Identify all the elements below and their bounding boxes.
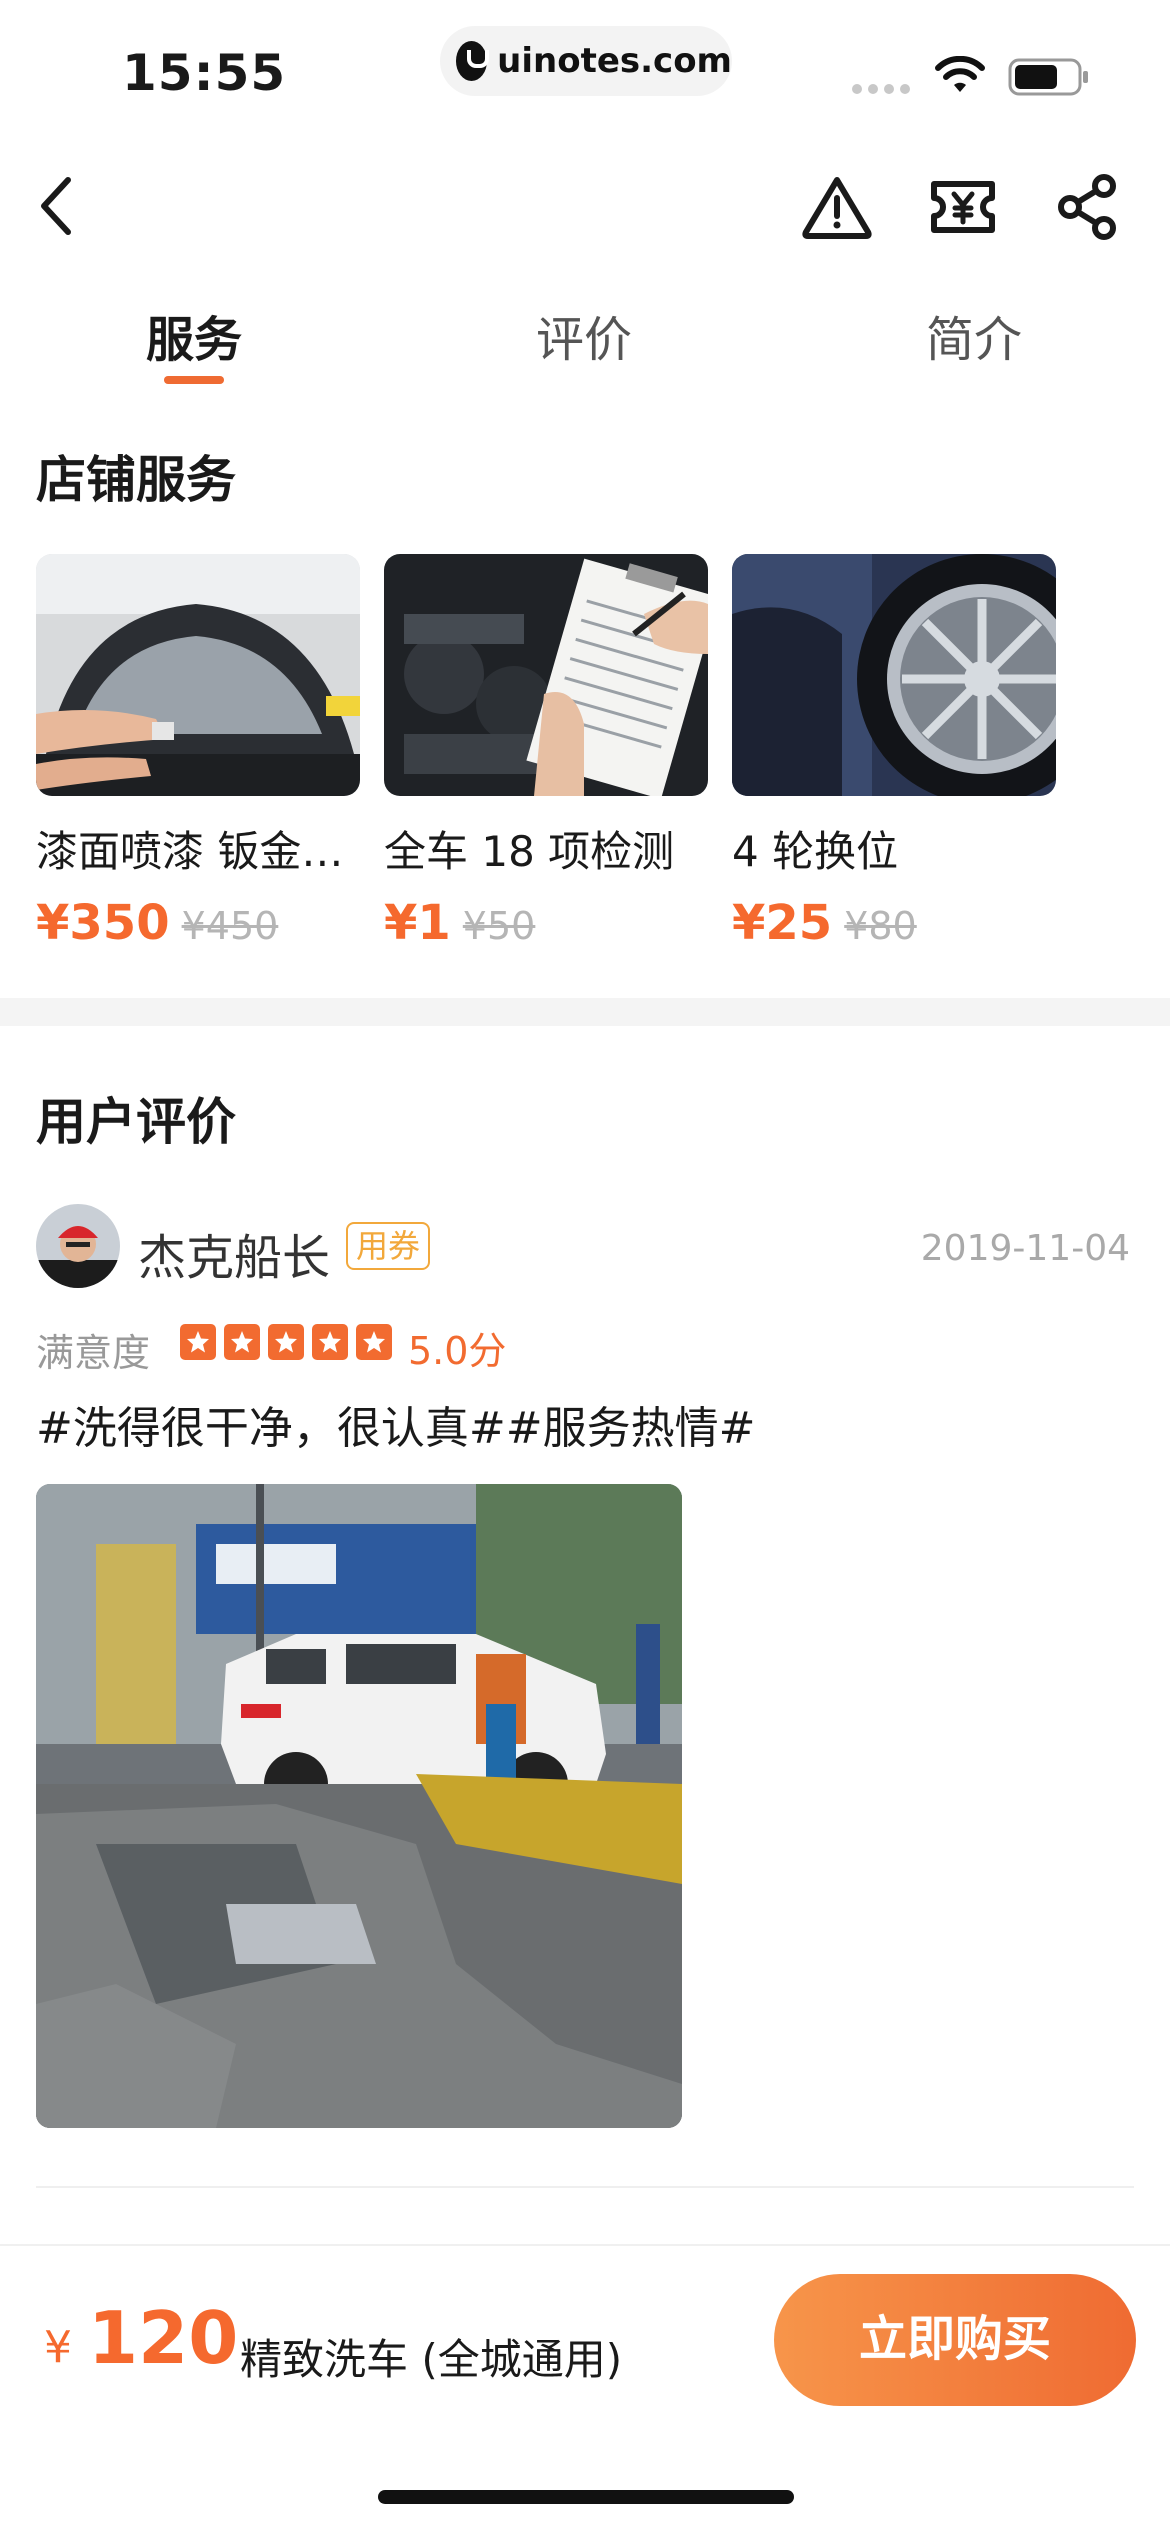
signal-dots-icon	[852, 84, 910, 94]
star-icon	[180, 1324, 216, 1360]
url-pill[interactable]: uinotes.com	[440, 26, 732, 96]
buy-now-button[interactable]: 立即购买	[774, 2274, 1136, 2406]
back-icon[interactable]	[28, 170, 88, 242]
active-tab-indicator	[164, 376, 224, 384]
rating-stars	[180, 1324, 392, 1360]
avatar[interactable]	[36, 1204, 120, 1288]
service-card[interactable]: 漆面喷漆 钣金… ¥350 ¥450	[36, 554, 360, 951]
service-price-row: ¥350 ¥450	[36, 895, 360, 951]
service-original-price: ¥450	[181, 904, 279, 948]
service-image-wheel	[732, 554, 1056, 796]
service-price: ¥1	[384, 895, 451, 951]
tab-services[interactable]: 服务	[74, 300, 314, 370]
service-name: 全车 18 项检测	[384, 827, 675, 876]
service-original-price: ¥50	[462, 904, 536, 948]
status-time: 15:55	[122, 44, 287, 102]
service-name: 漆面喷漆 钣金…	[36, 827, 344, 876]
coupon-badge: 用券	[346, 1222, 431, 1270]
service-name: 4 轮换位	[732, 827, 899, 876]
product-name: 精致洗车 (全城通用)	[240, 2335, 623, 2384]
price-currency: ¥	[44, 2322, 72, 2373]
review-divider	[36, 2186, 1134, 2188]
review-text: #洗得很干净，很认真##服务热情#	[36, 1403, 756, 1454]
reviewer-name[interactable]: 杰克船长	[138, 1218, 330, 1288]
service-price-row: ¥1 ¥50	[384, 895, 708, 951]
site-logo-icon	[456, 41, 490, 81]
wifi-icon	[935, 56, 985, 92]
service-image-inspection	[384, 554, 708, 796]
home-indicator	[378, 2490, 794, 2504]
service-price: ¥25	[732, 895, 833, 951]
service-price-row: ¥25 ¥80	[732, 895, 1056, 951]
service-card[interactable]: 4 轮换位 ¥25 ¥80	[732, 554, 1056, 951]
section-divider	[0, 998, 1170, 1026]
rating-score: 5.0分	[408, 1329, 507, 1373]
star-icon	[268, 1324, 304, 1360]
share-icon[interactable]	[1052, 172, 1126, 242]
star-icon	[356, 1324, 392, 1360]
service-price: ¥350	[36, 895, 170, 951]
satisfaction-label: 满意度	[36, 1331, 151, 1375]
review-photo[interactable]	[36, 1484, 682, 2128]
battery-icon	[1008, 58, 1088, 96]
purchase-bar: ¥ 120 精致洗车 (全城通用) 立即购买	[0, 2244, 1170, 2532]
review-date: 2019-11-04	[920, 1228, 1130, 1269]
service-card[interactable]: 全车 18 项检测 ¥1 ¥50	[384, 554, 708, 951]
warning-icon[interactable]	[800, 172, 874, 242]
services-section-title: 店铺服务	[36, 451, 236, 509]
status-bar: 15:55 uinotes.com	[0, 0, 1170, 140]
tab-intro[interactable]: 简介	[854, 300, 1094, 370]
tab-reviews[interactable]: 评价	[464, 300, 704, 370]
tab-bar: 服务 评价 简介	[0, 300, 1170, 390]
coupon-yuan-icon[interactable]	[926, 172, 1000, 242]
service-original-price: ¥80	[844, 904, 917, 948]
star-icon	[312, 1324, 348, 1360]
service-image-windshield	[36, 554, 360, 796]
star-icon	[224, 1324, 260, 1360]
product-price: 120	[88, 2296, 239, 2380]
url-text: uinotes.com	[497, 41, 732, 81]
reviews-section-title: 用户评价	[36, 1093, 236, 1151]
